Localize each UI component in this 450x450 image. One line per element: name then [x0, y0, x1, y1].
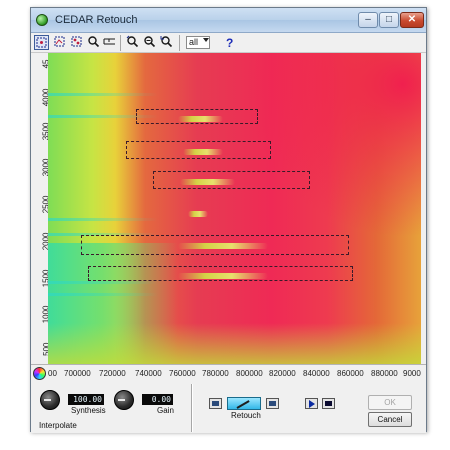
retouch-label: Retouch: [231, 411, 261, 420]
spectral-stripe: [48, 93, 158, 96]
play-icon: [309, 400, 315, 408]
select-lasso-tool-icon[interactable]: [69, 35, 84, 50]
retouch-next-button[interactable]: [266, 398, 279, 409]
previous-icon: [212, 401, 219, 406]
zoom-tool-icon[interactable]: [86, 35, 101, 50]
close-button[interactable]: ✕: [400, 12, 424, 28]
time-axis: 00 700000 720000 740000 760000 780000 80…: [31, 364, 426, 382]
cancel-button[interactable]: Cancel: [368, 412, 412, 427]
next-icon: [269, 401, 276, 406]
x-tick-label: 720000: [99, 369, 126, 378]
gain-label: Gain: [157, 406, 174, 415]
interpolate-label: Interpolate: [39, 421, 77, 430]
toolbar-divider: [120, 35, 121, 51]
stop-icon: [325, 401, 332, 406]
synthesis-knob[interactable]: [40, 390, 60, 410]
x-tick-label: 700000: [64, 369, 91, 378]
x-tick-label: 760000: [169, 369, 196, 378]
x-tick-label: 780000: [202, 369, 229, 378]
play-button[interactable]: [305, 398, 318, 409]
panel-divider: [191, 384, 193, 432]
window-title: CEDAR Retouch: [55, 14, 138, 26]
spectral-stripe: [48, 281, 158, 284]
harmonic-trace: [188, 211, 208, 217]
frequency-axis: 500 1000 1500 2000 2500 3000 3500 4000 4…: [31, 53, 51, 364]
retouch-previous-button[interactable]: [209, 398, 222, 409]
synthesis-label: Synthesis: [71, 406, 106, 415]
cedar-retouch-window: CEDAR Retouch – □ ✕ all ? 500 1000 1500 …: [30, 7, 427, 433]
pencil-icon: [236, 400, 250, 409]
select-rect-tool-icon[interactable]: [34, 35, 49, 50]
toolbar: all ?: [31, 33, 426, 53]
bottom-band: [48, 323, 421, 364]
gain-display: 0.00: [142, 394, 173, 405]
selection-box[interactable]: [81, 235, 349, 255]
zoom-fit-tool-icon[interactable]: [125, 35, 140, 50]
x-tick-label: 820000: [269, 369, 296, 378]
spectral-stripe: [48, 293, 158, 296]
selection-box[interactable]: [126, 141, 271, 159]
x-tick-label: 00: [48, 369, 57, 378]
maximize-button[interactable]: □: [379, 12, 399, 28]
retouch-button[interactable]: [227, 397, 261, 410]
synthesis-display: 100.00: [68, 394, 104, 405]
minimize-button[interactable]: –: [358, 12, 378, 28]
stop-button[interactable]: [322, 398, 335, 409]
x-tick-label: 740000: [135, 369, 162, 378]
chevron-down-icon[interactable]: [203, 38, 209, 42]
zoom-undo-tool-icon[interactable]: [159, 35, 174, 50]
gain-knob[interactable]: [114, 390, 134, 410]
x-tick-label: 880000: [371, 369, 398, 378]
ok-button[interactable]: OK: [368, 395, 412, 410]
toolbar-divider: [179, 35, 180, 51]
color-palette-icon[interactable]: [33, 367, 46, 380]
help-icon[interactable]: ?: [226, 36, 233, 50]
zoom-out-tool-icon[interactable]: [142, 35, 157, 50]
selection-box[interactable]: [136, 109, 258, 124]
spectrogram-display[interactable]: [48, 53, 421, 364]
ruler-tool-icon[interactable]: [102, 35, 117, 50]
selection-box[interactable]: [153, 171, 310, 189]
x-tick-label: 840000: [303, 369, 330, 378]
x-tick-label: 860000: [337, 369, 364, 378]
select-harmonic-tool-icon[interactable]: [52, 35, 67, 50]
title-bar[interactable]: CEDAR Retouch – □ ✕: [31, 8, 426, 33]
x-tick-label: 9000: [403, 369, 421, 378]
x-tick-label: 800000: [236, 369, 263, 378]
spectral-stripe: [48, 218, 158, 221]
cedar-app-icon: [36, 14, 48, 26]
control-panel: 100.00 Synthesis Interpolate 0.00 Gain R…: [31, 382, 426, 433]
selection-box[interactable]: [88, 266, 353, 281]
